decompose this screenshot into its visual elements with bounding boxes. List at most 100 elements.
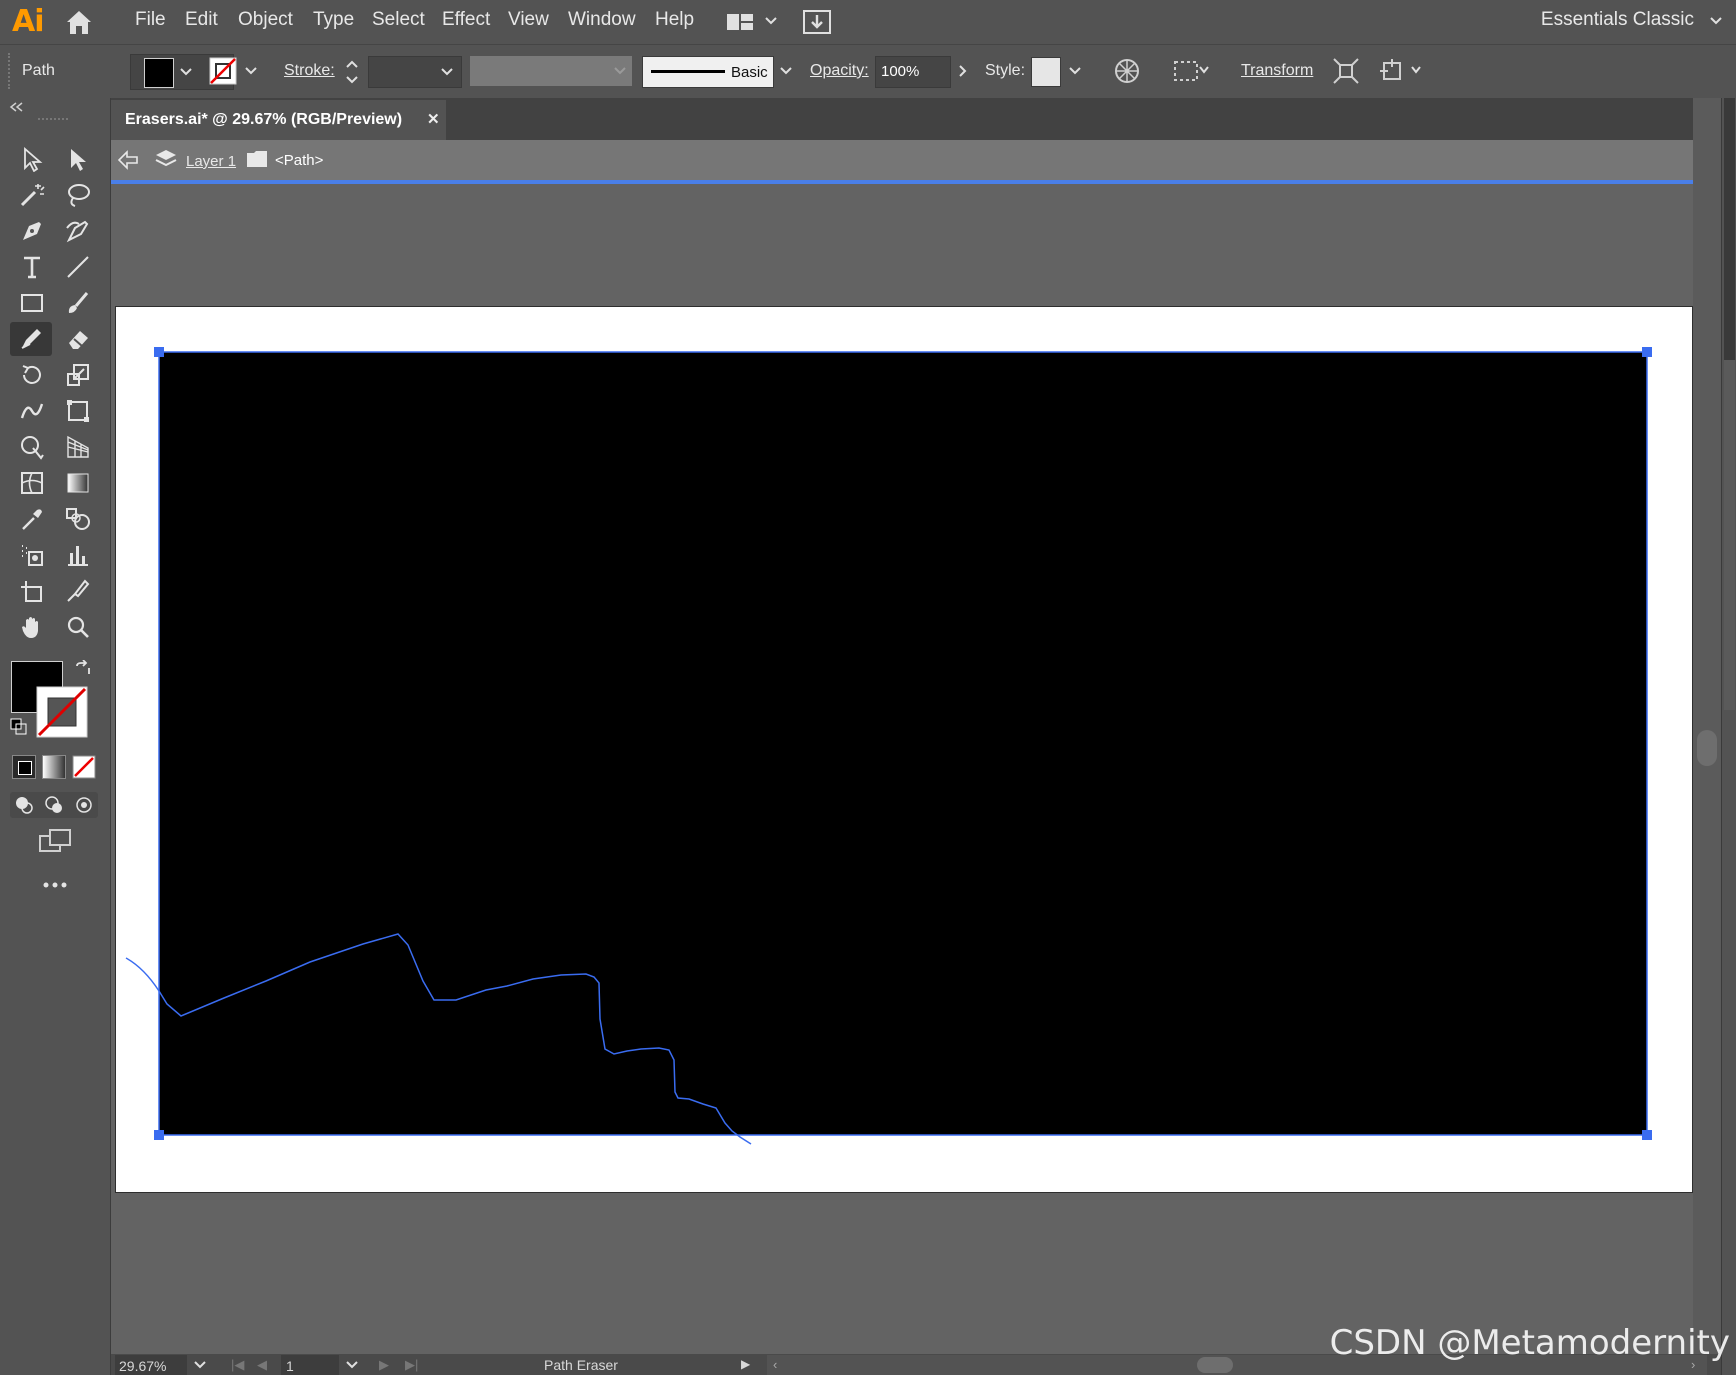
lasso-tool-icon[interactable] xyxy=(60,178,96,212)
perspective-grid-tool-icon[interactable] xyxy=(60,430,96,464)
warp-tool-icon[interactable] xyxy=(14,394,50,428)
menu-type[interactable]: Type xyxy=(313,9,354,31)
artboard-tool-icon[interactable] xyxy=(14,574,50,608)
shape-builder-tool-icon[interactable] xyxy=(14,430,50,464)
chevron-down-icon[interactable] xyxy=(345,1359,359,1371)
fill-swatch[interactable] xyxy=(144,58,174,88)
paintbrush-tool-icon[interactable] xyxy=(60,286,96,320)
stroke-weight-field[interactable] xyxy=(368,56,462,88)
status-menu-arrow-icon[interactable]: ▶ xyxy=(741,1357,750,1371)
back-arrow-icon[interactable] xyxy=(117,150,139,170)
puppet-warp-icon[interactable] xyxy=(1378,57,1406,85)
next-artboard-icon[interactable]: ▶ xyxy=(379,1357,389,1373)
stroke-label[interactable]: Stroke: xyxy=(284,62,335,80)
eraser-tool-icon[interactable] xyxy=(60,322,96,356)
vertical-scrollbar[interactable] xyxy=(1693,98,1721,1375)
type-tool-icon[interactable] xyxy=(14,250,50,284)
chevron-down-icon[interactable] xyxy=(178,64,194,80)
chevron-down-icon[interactable] xyxy=(1708,10,1724,30)
hand-tool-icon[interactable] xyxy=(14,610,50,644)
pen-tool-icon[interactable] xyxy=(14,214,50,248)
workspace-switcher[interactable]: Essentials Classic xyxy=(1541,9,1694,31)
change-screen-mode-icon[interactable] xyxy=(38,828,72,854)
first-artboard-icon[interactable]: |◀ xyxy=(231,1357,244,1373)
chevron-right-icon[interactable] xyxy=(955,63,971,79)
close-icon[interactable]: ✕ xyxy=(427,110,440,128)
breadcrumb-layer[interactable]: Layer 1 xyxy=(186,153,236,170)
handle-bottom-left[interactable] xyxy=(154,1130,164,1140)
chevron-down-icon[interactable] xyxy=(1198,63,1210,77)
curvature-tool-icon[interactable] xyxy=(60,214,96,248)
symbol-sprayer-tool-icon[interactable] xyxy=(14,538,50,572)
menu-file[interactable]: File xyxy=(135,9,166,31)
recolor-artwork-icon[interactable] xyxy=(1113,57,1141,85)
draw-behind-icon[interactable] xyxy=(44,795,64,815)
chevron-down-icon[interactable] xyxy=(243,63,259,79)
black-rectangle-shape[interactable] xyxy=(159,352,1647,1135)
home-icon[interactable] xyxy=(64,8,94,36)
stroke-weight-stepper[interactable] xyxy=(343,56,361,88)
last-artboard-icon[interactable]: ▶| xyxy=(405,1357,418,1373)
more-tools-icon[interactable] xyxy=(42,880,68,890)
handle-bottom-right[interactable] xyxy=(1642,1130,1652,1140)
opacity-field[interactable]: 100% xyxy=(875,56,951,88)
rotate-tool-icon[interactable] xyxy=(14,358,50,392)
free-transform-tool-icon[interactable] xyxy=(60,394,96,428)
publish-icon[interactable] xyxy=(802,9,832,35)
menu-window[interactable]: Window xyxy=(568,9,636,31)
stroke-none-swatch[interactable] xyxy=(209,57,237,85)
magic-wand-tool-icon[interactable] xyxy=(14,178,50,212)
artboard-number-field[interactable]: 1 xyxy=(281,1355,339,1375)
gradient-mode-button[interactable] xyxy=(42,755,66,779)
transform-link[interactable]: Transform xyxy=(1241,62,1313,80)
slice-tool-icon[interactable] xyxy=(60,574,96,608)
column-graph-tool-icon[interactable] xyxy=(60,538,96,572)
chevron-down-icon[interactable] xyxy=(764,14,778,28)
document-tab[interactable]: Erasers.ai* @ 29.67% (RGB/Preview) ✕ xyxy=(111,100,446,140)
align-objects-icon[interactable] xyxy=(1172,57,1200,85)
rectangle-tool-icon[interactable] xyxy=(14,286,50,320)
chevron-down-icon[interactable] xyxy=(1410,63,1422,77)
collapse-panel-icon[interactable] xyxy=(8,101,24,113)
none-mode-button[interactable] xyxy=(72,755,96,779)
chevron-down-icon[interactable] xyxy=(193,1359,207,1371)
draw-inside-icon[interactable] xyxy=(74,795,94,815)
selection-tool-icon[interactable] xyxy=(14,142,50,176)
menu-view[interactable]: View xyxy=(508,9,549,31)
scale-tool-icon[interactable] xyxy=(60,358,96,392)
color-mode-button[interactable] xyxy=(12,755,36,779)
default-fill-stroke-icon[interactable] xyxy=(10,718,28,736)
draw-normal-icon[interactable] xyxy=(14,795,34,815)
menu-object[interactable]: Object xyxy=(238,9,293,31)
menu-edit[interactable]: Edit xyxy=(185,9,218,31)
chevron-down-icon[interactable] xyxy=(1067,63,1083,79)
scroll-left-icon[interactable]: ‹ xyxy=(773,1357,777,1372)
gradient-tool-icon[interactable] xyxy=(60,466,96,500)
menu-help[interactable]: Help xyxy=(655,9,694,31)
variable-width-profile[interactable] xyxy=(470,56,632,86)
direct-selection-tool-icon[interactable] xyxy=(60,142,96,176)
chevron-down-icon[interactable] xyxy=(439,64,455,80)
zoom-tool-icon[interactable] xyxy=(60,610,96,644)
stroke-color-swatch[interactable] xyxy=(36,686,88,738)
swap-fill-stroke-icon[interactable] xyxy=(74,660,92,678)
vertical-scroll-thumb[interactable] xyxy=(1697,730,1717,766)
shaper-tool-icon[interactable] xyxy=(10,322,52,356)
panel-grip[interactable] xyxy=(8,53,11,89)
handle-top-left[interactable] xyxy=(154,347,164,357)
menu-effect[interactable]: Effect xyxy=(442,9,490,31)
previous-artboard-icon[interactable]: ◀ xyxy=(257,1357,267,1373)
blend-tool-icon[interactable] xyxy=(60,502,96,536)
zoom-field[interactable]: 29.67% xyxy=(115,1355,187,1375)
isolate-selected-icon[interactable] xyxy=(1332,57,1360,85)
menu-select[interactable]: Select xyxy=(372,9,425,31)
arrange-documents-icon[interactable] xyxy=(726,12,754,32)
graphic-style-swatch[interactable] xyxy=(1031,57,1061,87)
brush-definition-field[interactable]: Basic xyxy=(642,56,774,88)
handle-top-right[interactable] xyxy=(1642,347,1652,357)
chevron-down-icon[interactable] xyxy=(778,63,794,79)
eyedropper-tool-icon[interactable] xyxy=(14,502,50,536)
opacity-label[interactable]: Opacity: xyxy=(810,62,869,80)
line-segment-tool-icon[interactable] xyxy=(60,250,96,284)
toolbox-grip[interactable] xyxy=(38,118,68,123)
